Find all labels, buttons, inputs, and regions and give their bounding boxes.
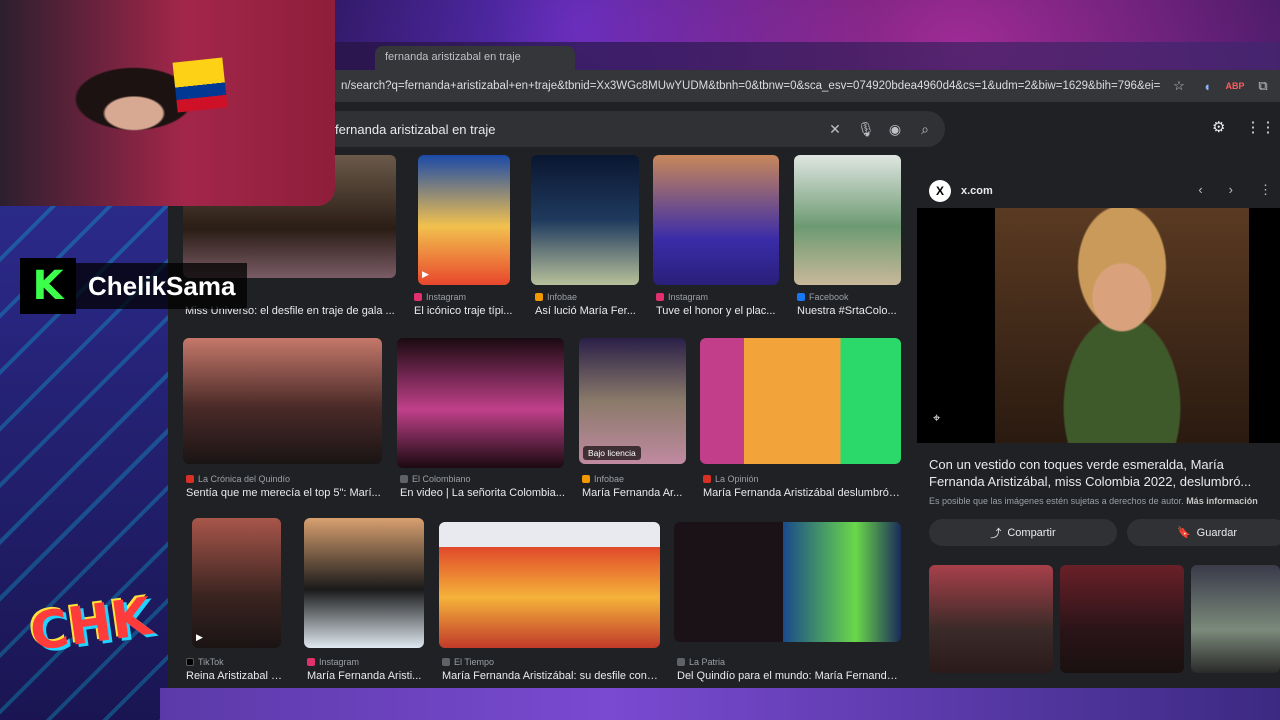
panel-source[interactable]: X x.com xyxy=(929,180,993,202)
result-image[interactable]: ▶ xyxy=(418,155,510,285)
result-image[interactable] xyxy=(700,338,901,464)
result-image[interactable] xyxy=(397,338,564,468)
license-badge: Bajo licencia xyxy=(583,446,641,460)
chevron-right-icon[interactable]: › xyxy=(1229,182,1233,198)
result-image[interactable] xyxy=(674,522,901,642)
result-image[interactable]: ▶ xyxy=(192,518,281,648)
result-caption[interactable]: María Fernanda Aristizábal deslumbró ... xyxy=(703,487,901,499)
result-source: Infobae xyxy=(582,474,624,484)
share-icon: ⤴ xyxy=(990,527,1002,540)
result-image[interactable] xyxy=(531,155,639,285)
url-text[interactable]: n/search?q=fernanda+aristizabal+en+traje… xyxy=(341,80,1160,92)
audio-icon[interactable]: ◖ xyxy=(1198,77,1216,95)
colombia-flag xyxy=(172,57,228,113)
more-options-icon[interactable]: ⋮ xyxy=(1259,182,1272,198)
result-caption[interactable]: María Fernanda Ar... xyxy=(582,487,688,499)
panel-title[interactable]: Con un vestido con toques verde esmerald… xyxy=(929,456,1269,490)
result-caption[interactable]: Reina Aristizabal L... xyxy=(186,670,284,682)
result-image[interactable] xyxy=(304,518,424,648)
result-image[interactable] xyxy=(183,338,382,464)
x-logo-icon: X xyxy=(929,180,951,202)
result-caption[interactable]: María Fernanda Aristizábal: su desfile c… xyxy=(442,670,660,682)
result-source: El Tiempo xyxy=(442,657,494,667)
result-source: Instagram xyxy=(656,292,708,302)
result-caption[interactable]: Así lució María Fer... xyxy=(535,305,640,317)
result-caption[interactable]: Sentía que me merecía el top 5": Marí... xyxy=(186,487,381,499)
result-image[interactable] xyxy=(794,155,901,285)
result-image[interactable] xyxy=(653,155,779,285)
share-button[interactable]: ⤴ Compartir xyxy=(929,519,1117,546)
extensions-icon[interactable]: ⧉ xyxy=(1254,77,1272,95)
result-source: Facebook xyxy=(797,292,849,302)
result-caption[interactable]: Tuve el honor y el plac... xyxy=(656,305,778,317)
result-image[interactable] xyxy=(439,522,660,648)
image-preview-panel: X x.com ‹ › ⋮ ⌖ Con un vestido con toque… xyxy=(917,170,1280,680)
star-icon[interactable]: ☆ xyxy=(1170,77,1188,95)
related-image[interactable] xyxy=(1191,565,1280,673)
result-source: Instagram xyxy=(307,657,359,667)
adblock-icon[interactable]: ABP xyxy=(1226,77,1245,95)
mic-icon[interactable]: 🎙 xyxy=(857,121,875,138)
save-button[interactable]: 🔖 Guardar xyxy=(1127,519,1280,546)
search-input[interactable]: fernanda aristizabal en traje ✕ 🎙 ◉ ⌕ xyxy=(335,111,945,147)
result-caption[interactable]: El icónico traje típi... xyxy=(414,305,514,317)
play-icon: ▶ xyxy=(196,632,203,642)
channel-name: ChelikSama xyxy=(76,263,248,309)
search-icon[interactable]: ⌕ xyxy=(917,121,933,138)
copyright-note: Es posible que las imágenes estén sujeta… xyxy=(929,496,1258,506)
result-caption[interactable]: Nuestra #SrtaColo... xyxy=(797,305,901,317)
panel-site: x.com xyxy=(961,185,993,197)
result-caption[interactable]: María Fernanda Aristi... xyxy=(307,670,425,682)
result-caption[interactable]: En video | La señorita Colombia... xyxy=(400,487,565,499)
webcam-overlay xyxy=(0,0,335,206)
header-actions: ⚙ ⋮⋮ xyxy=(1212,118,1275,136)
address-bar[interactable]: n/search?q=fernanda+aristizabal+en+traje… xyxy=(335,70,1280,102)
lens-search-icon[interactable]: ⌖ xyxy=(933,410,940,426)
result-source: La Crónica del Quindío xyxy=(186,474,290,484)
result-source: El Colombiano xyxy=(400,474,471,484)
panel-navigation: ‹ › ⋮ xyxy=(1198,182,1272,198)
browser-tab[interactable]: fernanda aristizabal en traje xyxy=(375,46,575,70)
result-source: Instagram xyxy=(414,292,466,302)
preview-image[interactable] xyxy=(917,208,1280,443)
kick-logo-icon: K xyxy=(20,258,76,314)
bookmark-icon: 🔖 xyxy=(1176,527,1191,539)
more-info-link[interactable]: Más información xyxy=(1186,496,1258,506)
clear-icon[interactable]: ✕ xyxy=(827,121,843,138)
related-image[interactable] xyxy=(929,565,1053,673)
chevron-left-icon[interactable]: ‹ xyxy=(1198,182,1202,198)
result-source: Infobae xyxy=(535,292,577,302)
result-caption[interactable]: Del Quindío para el mundo: María Fernand… xyxy=(677,670,899,682)
result-source: La Opinión xyxy=(703,474,759,484)
apps-grid-icon[interactable]: ⋮⋮ xyxy=(1245,118,1275,136)
tab-strip: fernanda aristizabal en traje xyxy=(335,42,1280,70)
result-source: TikTok xyxy=(186,657,224,667)
result-source: La Patria xyxy=(677,657,725,667)
play-icon: ▶ xyxy=(422,269,429,279)
related-image[interactable] xyxy=(1060,565,1184,673)
channel-banner: K ChelikSama xyxy=(20,258,248,314)
lens-icon[interactable]: ◉ xyxy=(887,121,903,138)
result-image[interactable]: Bajo licencia xyxy=(579,338,686,464)
search-query[interactable]: fernanda aristizabal en traje xyxy=(335,122,813,137)
gear-icon[interactable]: ⚙ xyxy=(1212,118,1225,136)
neon-floor xyxy=(160,688,1280,720)
